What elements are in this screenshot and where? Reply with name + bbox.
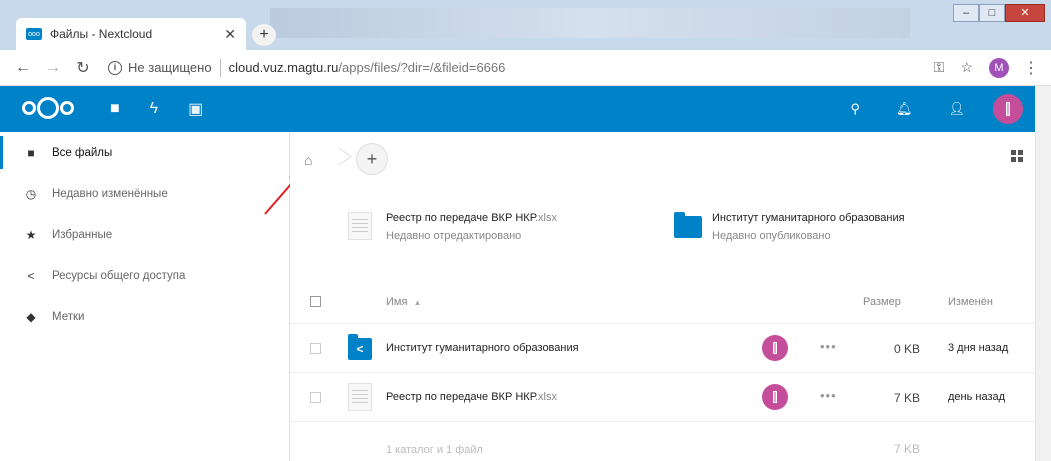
- page-scrollbar[interactable]: [1035, 86, 1051, 461]
- recent-item-status: Недавно опубликовано: [712, 230, 831, 242]
- share-owner-avatar[interactable]: [762, 335, 788, 361]
- tab-title: Файлы - Nextcloud: [50, 27, 153, 41]
- sidebar-item-label: Избранные: [52, 228, 113, 241]
- background-window-blur: [270, 8, 910, 38]
- url-host: cloud.vuz.magtu.ru: [228, 60, 339, 75]
- column-modified[interactable]: Изменён: [948, 296, 993, 308]
- search-icon[interactable]: ⚲: [850, 101, 860, 117]
- sidebar-item-tags[interactable]: ◆ Метки: [0, 296, 289, 337]
- breadcrumb: ⌂ +: [304, 143, 388, 175]
- file-name[interactable]: Институт гуманитарного образования: [386, 342, 579, 354]
- files-app-icon[interactable]: ■: [110, 100, 120, 118]
- new-file-button[interactable]: +: [356, 143, 388, 175]
- file-name[interactable]: Реестр по передаче ВКР НКР.xlsx: [386, 391, 557, 403]
- activity-app-icon[interactable]: ϟ: [150, 100, 158, 118]
- column-size[interactable]: Размер: [863, 296, 901, 308]
- star-icon: ★: [25, 227, 37, 242]
- recent-item[interactable]: Реестр по передаче ВКР НКР.xlsx Недавно …: [348, 212, 557, 242]
- recent-item-name: Институт гуманитарного образования: [712, 212, 905, 224]
- file-modified: день назад: [948, 391, 1006, 403]
- url-divider: [219, 58, 221, 77]
- grid-view-icon[interactable]: [1011, 150, 1023, 162]
- row-checkbox[interactable]: [310, 392, 321, 403]
- bookmark-star-icon[interactable]: ☆: [960, 59, 973, 76]
- user-avatar[interactable]: [993, 94, 1023, 124]
- maximize-button[interactable]: □: [979, 4, 1005, 22]
- recent-item-status: Недавно отредактировано: [386, 230, 522, 242]
- url-path: /apps/files/?dir=/&fileid=6666: [338, 60, 506, 75]
- sidebar-item-all-files[interactable]: ■ Все файлы: [0, 132, 289, 173]
- recent-item-name: Реестр по передаче ВКР НКР.xlsx: [386, 212, 557, 224]
- sidebar-item-label: Метки: [52, 310, 85, 323]
- forward-icon[interactable]: →: [42, 59, 64, 77]
- share-owner-avatar[interactable]: [762, 384, 788, 410]
- tag-icon: ◆: [26, 309, 36, 324]
- share-icon: <: [27, 268, 35, 283]
- browser-menu-icon[interactable]: ⋮: [1023, 58, 1039, 78]
- nextcloud-logo-icon[interactable]: [22, 96, 78, 122]
- table-row[interactable]: Реестр по передаче ВКР НКР.xlsx ••• 7 KB…: [290, 374, 1035, 422]
- browser-tab-active[interactable]: ooo Файлы - Nextcloud ✕: [16, 18, 246, 50]
- key-icon[interactable]: ⚿: [934, 59, 945, 76]
- file-size: 7 KB: [893, 391, 920, 405]
- table-row[interactable]: < Институт гуманитарного образования •••…: [290, 325, 1035, 373]
- profile-avatar[interactable]: M: [989, 57, 1009, 78]
- reload-icon[interactable]: ↻: [72, 58, 94, 78]
- new-tab-button[interactable]: +: [252, 24, 276, 46]
- recent-item[interactable]: Институт гуманитарного образования Недав…: [674, 212, 905, 242]
- insecure-label[interactable]: Не защищено: [128, 60, 212, 75]
- sidebar-item-label: Недавно изменённые: [52, 187, 168, 200]
- nextcloud-favicon-icon: ooo: [26, 28, 42, 40]
- info-icon[interactable]: i: [108, 60, 122, 75]
- breadcrumb-separator: [332, 144, 346, 174]
- table-header: Имя ▲ Размер Изменён: [290, 282, 1035, 324]
- more-actions-icon[interactable]: •••: [820, 388, 837, 403]
- files-summary: 1 каталог и 1 файл: [386, 444, 483, 456]
- sidebar-item-recent[interactable]: ◷ Недавно изменённые: [0, 173, 289, 214]
- files-sidebar: ■ Все файлы ◷ Недавно изменённые ★ Избра…: [0, 132, 290, 461]
- window-controls: – □ ✕: [953, 4, 1045, 22]
- spreadsheet-icon: [348, 383, 372, 411]
- header-right-tools: ⚲ 🔔︎ 👤︎: [814, 94, 1023, 124]
- clock-icon: ◷: [25, 186, 37, 201]
- home-icon[interactable]: ⌂: [304, 152, 320, 168]
- select-all-checkbox[interactable]: [310, 296, 321, 307]
- tab-close-icon[interactable]: ✕: [224, 26, 236, 43]
- sidebar-item-shares[interactable]: < Ресурсы общего доступа: [0, 255, 289, 296]
- minimize-button[interactable]: –: [953, 4, 979, 22]
- file-size: 0 KB: [893, 342, 920, 356]
- more-actions-icon[interactable]: •••: [820, 339, 837, 354]
- files-summary-size: 7 KB: [893, 442, 920, 456]
- url-field[interactable]: cloud.vuz.magtu.ru/apps/files/?dir=/&fil…: [229, 60, 918, 75]
- sidebar-item-favorites[interactable]: ★ Избранные: [0, 214, 289, 255]
- address-bar: ← → ↻ i Не защищено cloud.vuz.magtu.ru/a…: [0, 50, 1051, 86]
- file-modified: 3 дня назад: [948, 342, 1009, 354]
- sidebar-item-label: Все файлы: [52, 146, 113, 159]
- notifications-bell-icon[interactable]: 🔔︎: [896, 101, 913, 117]
- gallery-app-icon[interactable]: ▣: [188, 99, 203, 119]
- shared-folder-icon: <: [348, 334, 372, 360]
- sort-asc-icon: ▲: [413, 298, 422, 307]
- sidebar-item-label: Ресурсы общего доступа: [52, 269, 186, 282]
- folder-icon: ■: [27, 145, 35, 160]
- window-close-button[interactable]: ✕: [1005, 4, 1045, 22]
- row-checkbox[interactable]: [310, 343, 321, 354]
- back-icon[interactable]: ←: [12, 59, 34, 77]
- folder-icon: [674, 212, 702, 240]
- files-main: ⌂ + Реестр по передаче ВКР НКР.xlsx Неда…: [290, 132, 1035, 461]
- contacts-icon[interactable]: 👤︎: [948, 101, 965, 117]
- browser-tabstrip: ooo Файлы - Nextcloud ✕ + – □ ✕: [0, 0, 1051, 50]
- nextcloud-header: ■ ϟ ▣ ⚲ 🔔︎ 👤︎: [0, 86, 1035, 132]
- spreadsheet-icon: [348, 212, 372, 240]
- column-name[interactable]: Имя ▲: [386, 296, 421, 308]
